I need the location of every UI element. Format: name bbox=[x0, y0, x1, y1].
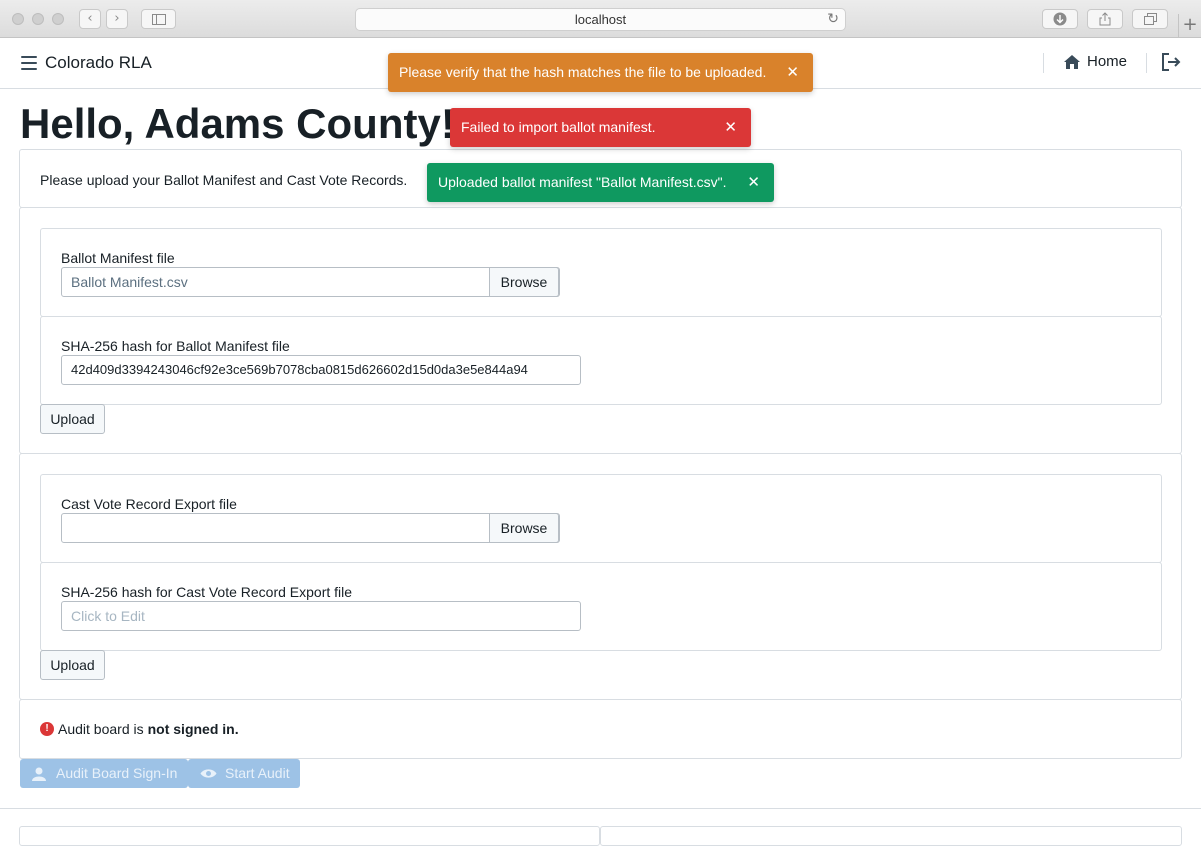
share-button[interactable] bbox=[1087, 9, 1123, 29]
downloads-button[interactable] bbox=[1042, 9, 1078, 29]
nav-divider bbox=[1146, 53, 1147, 73]
download-icon bbox=[1053, 12, 1067, 26]
reload-icon[interactable]: ↻ bbox=[827, 9, 839, 30]
brand-title: Colorado RLA bbox=[45, 53, 152, 72]
ballot-manifest-hash-input[interactable]: 42d409d3394243046cf92e3ce569b7078cba0815… bbox=[61, 355, 581, 385]
alert-icon: ! bbox=[40, 722, 54, 736]
audit-status-value: not signed in. bbox=[147, 721, 239, 737]
back-button[interactable]: ‹ bbox=[79, 9, 101, 29]
menu-icon[interactable] bbox=[21, 56, 37, 70]
footer-divider bbox=[0, 808, 1201, 809]
logout-icon[interactable] bbox=[1160, 51, 1182, 73]
bottom-card-left bbox=[19, 826, 600, 846]
user-icon bbox=[32, 767, 46, 781]
cvr-card: Cast Vote Record Export file Browse SHA-… bbox=[19, 453, 1182, 700]
toast-error: Failed to import ballot manifest. ✕ bbox=[450, 108, 751, 147]
ballot-manifest-hash-label: SHA-256 hash for Ballot Manifest file bbox=[61, 338, 290, 354]
ballot-manifest-upload-button[interactable]: Upload bbox=[40, 404, 105, 434]
sidebar-icon bbox=[151, 14, 166, 25]
home-icon bbox=[1064, 54, 1080, 69]
cvr-hash-input[interactable]: Click to Edit bbox=[61, 601, 581, 631]
close-icon[interactable]: ✕ bbox=[786, 53, 799, 92]
minimize-window-button[interactable] bbox=[32, 13, 44, 25]
page-title: Hello, Adams County! bbox=[20, 100, 455, 147]
close-window-button[interactable] bbox=[12, 13, 24, 25]
tabs-overview-button[interactable] bbox=[1132, 9, 1168, 29]
url-text: localhost bbox=[574, 12, 627, 27]
cvr-file-label: Cast Vote Record Export file bbox=[61, 496, 237, 512]
cvr-hash-label: SHA-256 hash for Cast Vote Record Export… bbox=[61, 584, 353, 600]
start-audit-label: Start Audit bbox=[225, 765, 290, 781]
ballot-manifest-file-section: Ballot Manifest file Ballot Manifest.csv… bbox=[40, 228, 1162, 317]
intro-text: Please upload your Ballot Manifest and C… bbox=[40, 172, 408, 188]
browser-chrome: ‹ › localhost ↻ + bbox=[0, 0, 1201, 38]
brand-menu[interactable]: Colorado RLA bbox=[21, 53, 152, 73]
nav-divider bbox=[1043, 53, 1044, 73]
close-icon[interactable]: ✕ bbox=[747, 163, 760, 202]
cvr-browse-button[interactable]: Browse bbox=[489, 513, 559, 543]
cvr-upload-button[interactable]: Upload bbox=[40, 650, 105, 680]
forward-button[interactable]: › bbox=[106, 9, 128, 29]
tabs-icon bbox=[1143, 13, 1157, 25]
sign-in-label: Audit Board Sign-In bbox=[56, 765, 178, 781]
cvr-file-section: Cast Vote Record Export file Browse bbox=[40, 474, 1162, 563]
address-bar[interactable]: localhost ↻ bbox=[355, 8, 846, 31]
eye-icon bbox=[200, 769, 217, 778]
audit-status-card: ! Audit board is not signed in. bbox=[19, 699, 1182, 759]
audit-status-line: ! Audit board is not signed in. bbox=[40, 721, 239, 737]
home-label: Home bbox=[1087, 53, 1128, 70]
cvr-file-input[interactable]: Browse bbox=[61, 513, 560, 543]
ballot-manifest-file-name: Ballot Manifest.csv bbox=[71, 274, 188, 290]
toast-success: Uploaded ballot manifest "Ballot Manifes… bbox=[427, 163, 774, 202]
cvr-hash-section: SHA-256 hash for Cast Vote Record Export… bbox=[40, 562, 1162, 651]
audit-status-prefix: Audit board is bbox=[58, 721, 144, 737]
ballot-manifest-hash-section: SHA-256 hash for Ballot Manifest file 42… bbox=[40, 316, 1162, 405]
sidebar-toggle-button[interactable] bbox=[141, 9, 176, 29]
toast-warning: Please verify that the hash matches the … bbox=[388, 53, 813, 92]
home-link[interactable]: Home bbox=[1063, 53, 1127, 70]
start-audit-button[interactable]: Start Audit bbox=[188, 759, 300, 788]
ballot-manifest-file-label: Ballot Manifest file bbox=[61, 250, 175, 266]
audit-board-sign-in-button[interactable]: Audit Board Sign-In bbox=[20, 759, 188, 788]
ballot-manifest-browse-button[interactable]: Browse bbox=[489, 267, 559, 297]
share-icon bbox=[1099, 12, 1111, 26]
toast-success-message: Uploaded ballot manifest "Ballot Manifes… bbox=[438, 174, 727, 190]
zoom-window-button[interactable] bbox=[52, 13, 64, 25]
ballot-manifest-card: Ballot Manifest file Ballot Manifest.csv… bbox=[19, 207, 1182, 454]
bottom-card-right bbox=[600, 826, 1182, 846]
new-tab-button[interactable]: + bbox=[1178, 14, 1201, 38]
ballot-manifest-file-input[interactable]: Ballot Manifest.csv Browse bbox=[61, 267, 560, 297]
close-icon[interactable]: ✕ bbox=[724, 108, 737, 147]
toast-warning-message: Please verify that the hash matches the … bbox=[399, 64, 767, 80]
toast-error-message: Failed to import ballot manifest. bbox=[461, 119, 656, 135]
